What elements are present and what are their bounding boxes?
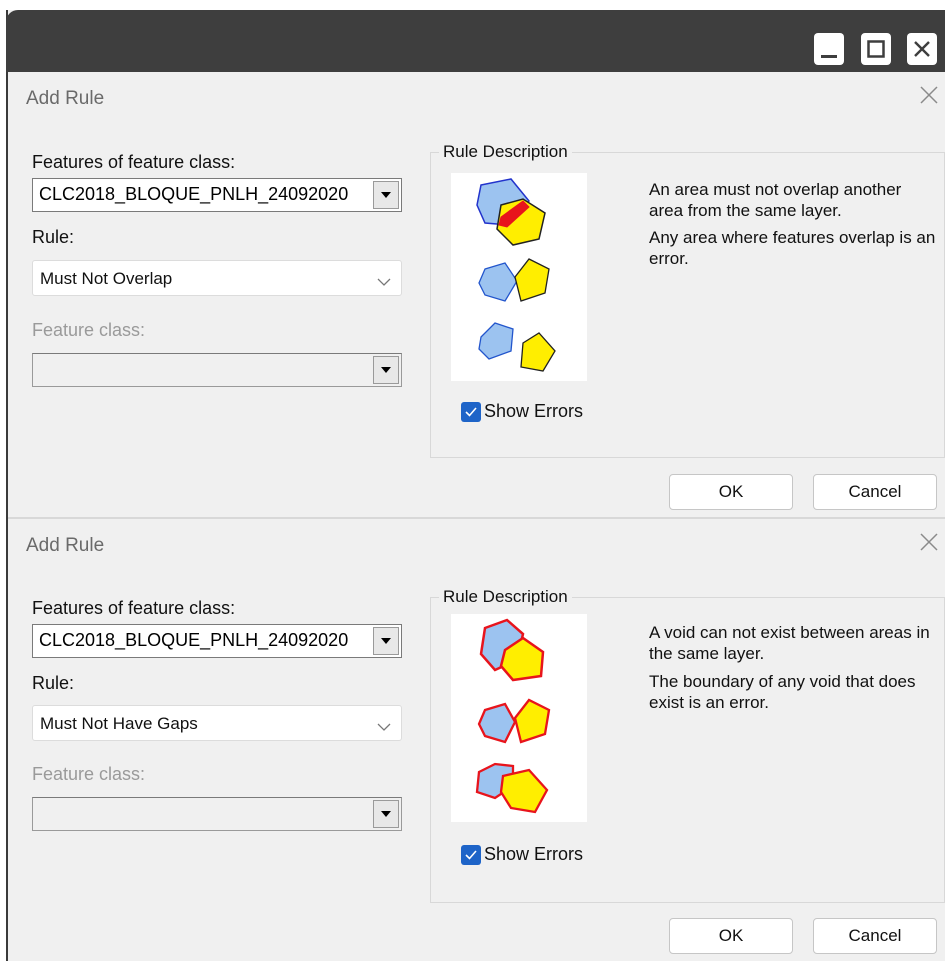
chevron-down-icon [377,272,391,292]
features-combobox[interactable]: CLC2018_BLOQUE_PNLH_24092020 [32,624,402,658]
rule-description-group: Rule Description A void can not exist be… [430,587,945,903]
show-errors-checkbox[interactable]: Show Errors [461,401,583,422]
rule-description-text-1: A void can not exist between areas in th… [649,623,930,663]
overlap-rule-diagram [451,173,587,381]
cancel-button[interactable]: Cancel [813,474,937,510]
show-errors-checkbox[interactable]: Show Errors [461,844,583,865]
add-rule-dialog-overlap: Add Rule Features of feature class: CLC2… [8,72,945,518]
features-combobox[interactable]: CLC2018_BLOQUE_PNLH_24092020 [32,178,402,212]
minimize-button[interactable] [814,33,844,65]
maximize-icon [867,40,885,58]
checkbox-checked-icon [461,844,481,865]
features-label: Features of feature class: [32,152,236,172]
rule-value: Must Not Overlap [40,269,173,288]
rule-description-label: Rule Description [439,587,572,607]
show-errors-label: Show Errors [484,401,584,421]
rule-select[interactable]: Must Not Have Gaps [32,705,402,741]
close-icon [920,86,938,104]
features-label: Features of feature class: [32,598,236,618]
dialog-title: Add Rule [26,88,105,109]
close-icon [920,533,938,551]
rule-description-label: Rule Description [439,142,572,162]
rule-description-text-2: Any area where features overlap is an er… [649,228,936,268]
dialog-close-button[interactable] [917,530,941,554]
rule-value: Must Not Have Gaps [40,714,198,733]
maximize-button[interactable] [861,33,891,65]
dialog-title: Add Rule [26,535,105,556]
dropdown-arrow-icon [381,367,391,373]
ok-button[interactable]: OK [669,474,793,510]
dropdown-button[interactable] [373,181,399,209]
rule-label: Rule: [32,673,75,693]
minimize-icon [821,55,837,58]
gaps-rule-diagram [451,614,587,822]
feature-class-combobox[interactable] [32,353,402,387]
window-titlebar[interactable] [6,10,945,72]
cancel-button[interactable]: Cancel [813,918,937,954]
dropdown-arrow-icon [381,811,391,817]
dropdown-button[interactable] [373,800,399,828]
feature-class-combobox[interactable] [32,797,402,831]
rule-description-text-1: An area must not overlap another area fr… [649,180,902,220]
features-value: CLC2018_BLOQUE_PNLH_24092020 [39,630,349,650]
rule-description-text-2: The boundary of any void that does exist… [649,672,916,712]
show-errors-label: Show Errors [484,844,584,864]
rule-select[interactable]: Must Not Overlap [32,260,402,296]
rule-description-group: Rule Description An area must not overla… [430,142,945,458]
chevron-down-icon [377,717,391,737]
dropdown-arrow-icon [381,192,391,198]
dialog-close-button[interactable] [917,83,941,107]
add-rule-dialog-gaps: Add Rule Features of feature class: CLC2… [8,519,945,961]
feature-class-label: Feature class: [32,320,146,340]
dropdown-button[interactable] [373,627,399,655]
ok-button[interactable]: OK [669,918,793,954]
close-icon [914,41,930,57]
checkbox-checked-icon [461,401,481,422]
dropdown-arrow-icon [381,638,391,644]
features-value: CLC2018_BLOQUE_PNLH_24092020 [39,184,349,204]
close-window-button[interactable] [907,33,937,65]
dropdown-button[interactable] [373,356,399,384]
rule-label: Rule: [32,227,75,247]
feature-class-label: Feature class: [32,764,146,784]
